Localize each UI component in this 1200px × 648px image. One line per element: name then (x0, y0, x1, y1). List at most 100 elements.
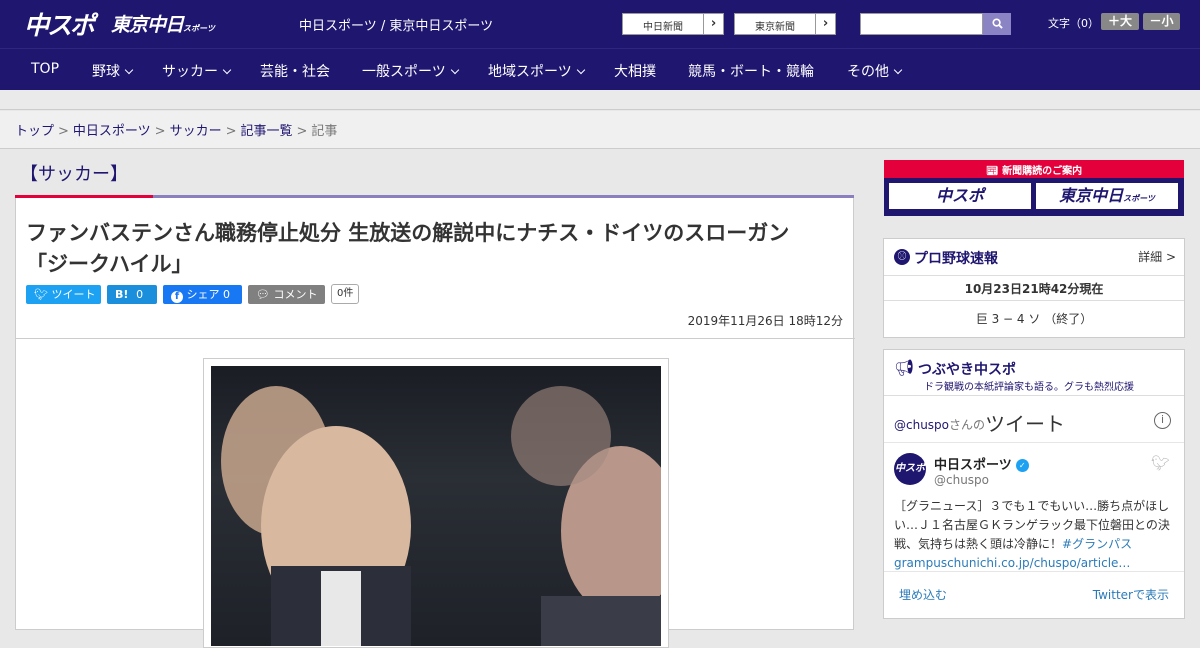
divider (884, 300, 1184, 301)
speech-bubble-icon: 💬︎ (256, 288, 270, 301)
avatar[interactable]: 中スポ (894, 453, 926, 485)
text-size-up-button[interactable]: ＋大 (1101, 13, 1139, 30)
comment-button[interactable]: 💬︎ コメント (248, 285, 325, 304)
headline-line-2: 「ジークハイル」 (26, 252, 193, 276)
facebook-share-label: シェア (186, 288, 220, 301)
photo-figure-back (511, 386, 611, 486)
chunichi-shimbun-button[interactable]: 中日新聞 › (622, 13, 724, 35)
publish-date: 2019年11月26日 18時12分 (687, 314, 843, 328)
tweets-mid: さんの (949, 418, 986, 432)
breadcrumb-chunichi-sports[interactable]: 中日スポーツ (73, 124, 151, 139)
nav-item-baseball[interactable]: 野球 (92, 61, 134, 81)
nav-item-entertainment[interactable]: 芸能・社会 (260, 61, 330, 81)
author-name-text: 中日スポーツ (934, 458, 1012, 473)
chevron-down-icon (124, 65, 134, 75)
hatena-bookmark-button[interactable]: B! 0 (107, 285, 157, 304)
nav-item-top[interactable]: TOP (31, 61, 59, 77)
nav-label: その他 (847, 64, 889, 80)
tweet-link[interactable]: grampuschunichi.co.jp/chuspo/article… (894, 556, 1130, 570)
breadcrumb-separator: > (154, 124, 166, 139)
nav-label: 一般スポーツ (362, 64, 446, 80)
tweet-author-handle[interactable]: @chuspo (934, 473, 989, 487)
subscription-title-text: 新聞購読のご案内 (1002, 166, 1083, 177)
facebook-count: 0 (223, 288, 230, 301)
baseball-title: プロ野球速報 (914, 251, 998, 267)
tsubuyaki-subtitle: ドラ観戦の本紙評論家も語る。グラも熱烈応援 (924, 382, 1134, 393)
text-size-label: 文字（0） (1048, 17, 1099, 30)
tweets-heading: @chuspoさんのツイート (894, 408, 1065, 437)
nav-item-racing[interactable]: 競馬・ボート・競輪 (688, 61, 814, 81)
article-headline: ファンバステンさん職務停止処分 生放送の解説中にナチス・ドイツのスローガン 「ジ… (26, 218, 851, 280)
megaphone-icon: 📢︎ (894, 358, 915, 377)
chevron-down-icon (222, 65, 232, 75)
tokyo-banner-text: 東京中日 (1059, 186, 1124, 205)
breadcrumb: トップ > 中日スポーツ > サッカー > 記事一覧 > 記事 (0, 111, 1200, 149)
photo-image (211, 366, 661, 646)
embed-link[interactable]: 埋め込む (899, 586, 947, 603)
photo-suit-right (541, 596, 661, 646)
tokyo-chunichi-logo[interactable]: 東京中日スポーツ (111, 10, 215, 37)
breadcrumb-article-list[interactable]: 記事一覧 (241, 124, 293, 139)
nav-label: 競馬・ボート・競輪 (688, 64, 814, 80)
tweets-title: ツイート (985, 412, 1066, 436)
nav-item-regional-sports[interactable]: 地域スポーツ (488, 61, 585, 81)
nav-item-others[interactable]: その他 (847, 61, 903, 81)
subscription-banner[interactable]: 📰︎ 新聞購読のご案内 中スポ 東京中日スポーツ (884, 160, 1184, 216)
search-icon (991, 18, 1003, 29)
view-on-twitter-link[interactable]: Twitterで表示 (1093, 586, 1169, 603)
chevron-right-icon: › (703, 14, 723, 34)
subscription-title: 📰︎ 新聞購読のご案内 (985, 166, 1083, 177)
nav-label: 野球 (92, 64, 120, 80)
hatena-count: 0 (136, 288, 144, 301)
nav-label: 大相撲 (614, 64, 656, 80)
twitter-bird-icon[interactable]: 🐦︎ (1151, 454, 1170, 472)
photo-shirt (321, 571, 361, 646)
tokyo-logo-text: 東京中日 (111, 14, 184, 36)
facebook-icon: f (171, 291, 183, 303)
chevron-down-icon (576, 65, 585, 75)
text-size-down-button[interactable]: －小 (1143, 13, 1180, 30)
top-header: 中スポ 東京中日スポーツ 中日スポーツ / 東京中日スポーツ 中日新聞 › 東京… (0, 0, 1200, 48)
chuspo-logo[interactable]: 中スポ (24, 6, 95, 42)
baseball-scores-widget: ⚾︎ プロ野球速報 詳細 > 10月23日21時42分現在 巨 3 − 4 ソ … (883, 238, 1185, 338)
article-divider (16, 338, 855, 339)
nav-label: 芸能・社会 (260, 64, 330, 80)
tweet-button[interactable]: 🐦︎ ツイート (26, 285, 101, 304)
tweets-handle-link[interactable]: @chuspo (894, 418, 949, 432)
tokyo-chunichi-banner-button[interactable]: 東京中日スポーツ (1035, 182, 1179, 210)
tweet-label: ツイート (51, 288, 96, 301)
nav-item-soccer[interactable]: サッカー (162, 61, 232, 81)
search-button[interactable] (983, 13, 1011, 35)
breadcrumb-soccer[interactable]: サッカー (170, 124, 222, 139)
chunichi-shimbun-label: 中日新聞 (643, 22, 683, 33)
tsubuyaki-title: つぶやき中スポ (918, 362, 1016, 378)
divider (884, 442, 1184, 443)
tweet-hashtag[interactable]: #グランパス (1062, 537, 1132, 551)
nav-label: TOP (31, 61, 60, 77)
site-links[interactable]: 中日スポーツ / 東京中日スポーツ (299, 15, 493, 34)
category-label: 【サッカー】 (20, 164, 128, 185)
chevron-right-icon: › (815, 14, 835, 34)
baseball-score[interactable]: 巨 3 − 4 ソ （終了） (884, 310, 1184, 327)
baseball-timestamp: 10月23日21時42分現在 (964, 282, 1104, 296)
article-card: ファンバステンさん職務停止処分 生放送の解説中にナチス・ドイツのスローガン 「ジ… (15, 198, 855, 648)
nav-label: 地域スポーツ (488, 64, 572, 80)
divider (884, 395, 1184, 396)
hatena-label: B! (115, 288, 129, 301)
chuspo-banner-button[interactable]: 中スポ (888, 182, 1032, 210)
search-input[interactable] (860, 13, 983, 35)
nav-label: サッカー (162, 64, 218, 80)
comment-count: 0件 (331, 284, 360, 304)
nav-item-general-sports[interactable]: 一般スポーツ (362, 61, 459, 81)
global-nav: TOP 野球 サッカー 芸能・社会 一般スポーツ 地域スポーツ 大相撲 競馬・ボ… (0, 48, 1200, 90)
sub-bar (0, 90, 1200, 110)
tokyo-shimbun-button[interactable]: 東京新聞 › (734, 13, 836, 35)
nav-item-sumo[interactable]: 大相撲 (614, 61, 656, 81)
baseball-detail-link[interactable]: 詳細 > (1138, 248, 1176, 265)
tweet-author-name[interactable]: 中日スポーツ ✓ (934, 454, 1029, 473)
breadcrumb-top[interactable]: トップ (15, 124, 54, 139)
tokyo-shimbun-label: 東京新聞 (755, 22, 795, 33)
article-photo[interactable] (203, 358, 669, 648)
info-icon[interactable]: i (1154, 412, 1171, 429)
facebook-share-button[interactable]: f シェア 0 (163, 285, 242, 304)
